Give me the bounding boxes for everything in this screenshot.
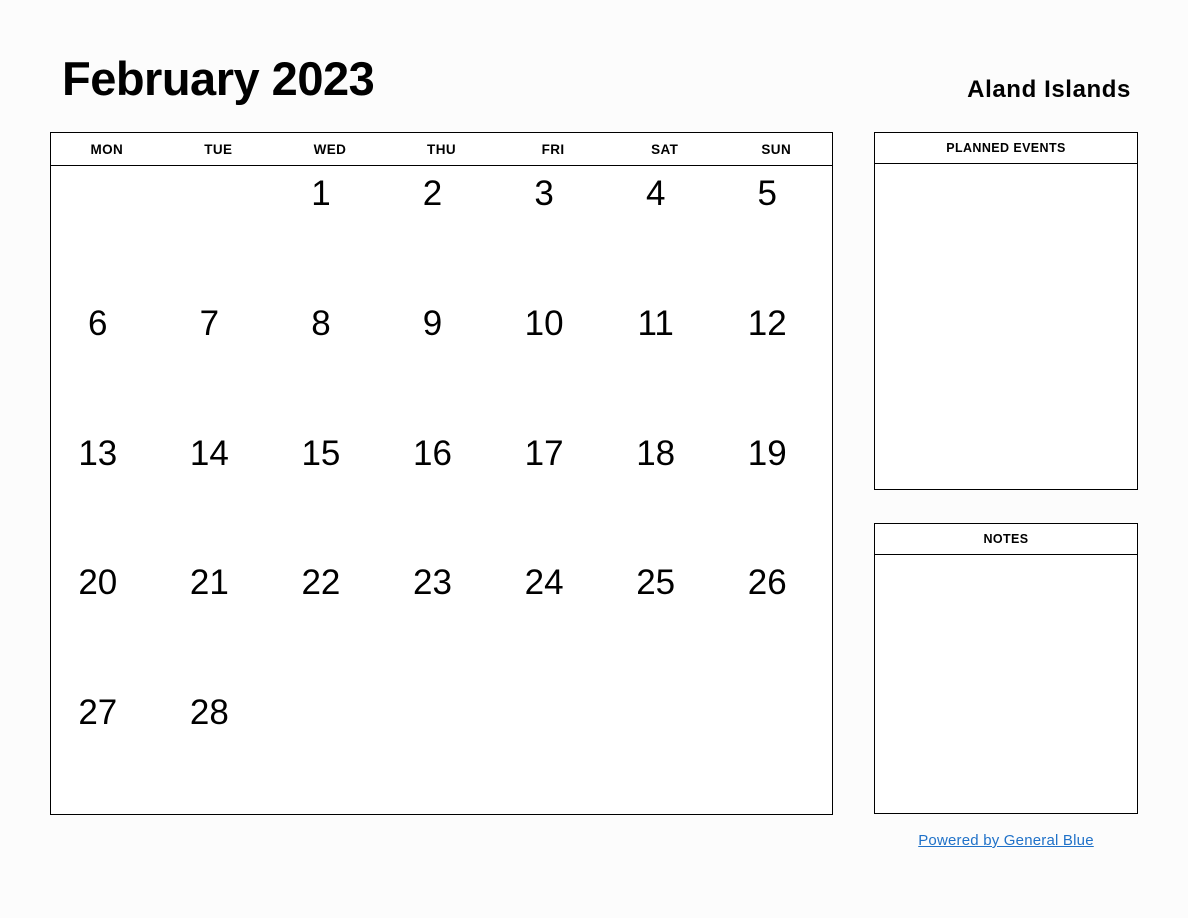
day-cell[interactable]: 4 <box>609 166 721 296</box>
day-number: 17 <box>524 433 564 473</box>
day-cell[interactable] <box>720 685 832 815</box>
day-number: 20 <box>78 563 118 603</box>
day-number: 7 <box>199 303 220 343</box>
day-number: 28 <box>189 693 229 733</box>
day-cell[interactable]: 20 <box>51 555 163 685</box>
day-number: 27 <box>78 693 118 733</box>
day-number: 15 <box>301 433 341 473</box>
region-title: Aland Islands <box>967 76 1131 103</box>
day-cell[interactable]: 12 <box>720 296 832 426</box>
planned-events-panel: PLANNED EVENTS <box>874 132 1138 490</box>
day-cell[interactable]: 9 <box>386 296 498 426</box>
day-cell[interactable]: 1 <box>274 166 386 296</box>
day-number: 8 <box>311 303 331 343</box>
day-cell[interactable]: 19 <box>720 426 832 556</box>
day-number: 16 <box>413 433 452 473</box>
day-cell[interactable]: 7 <box>163 296 275 426</box>
day-cell[interactable]: 25 <box>609 555 721 685</box>
day-cell[interactable]: 17 <box>497 426 609 556</box>
day-number: 3 <box>534 174 554 213</box>
calendar-week-row: 20 21 22 23 24 25 26 <box>51 555 832 685</box>
calendar-weeks: 1 2 3 4 5 6 7 8 9 10 11 12 13 14 15 16 1… <box>51 166 832 815</box>
page-title: February 2023 <box>62 52 375 105</box>
day-cell[interactable]: 27 <box>51 685 163 815</box>
weekday-header-fri: FRI <box>541 141 565 157</box>
day-cell[interactable]: 21 <box>163 555 275 685</box>
day-number: 10 <box>524 303 564 343</box>
day-number: 26 <box>747 563 787 603</box>
day-cell[interactable]: 10 <box>497 296 609 426</box>
day-cell[interactable]: 2 <box>386 166 498 296</box>
notes-body[interactable] <box>875 555 1137 814</box>
day-number: 12 <box>747 303 787 343</box>
weekday-header-wed: WED <box>313 141 347 157</box>
day-number: 6 <box>88 303 108 343</box>
day-cell[interactable]: 14 <box>163 426 275 556</box>
day-number: 1 <box>311 174 331 213</box>
day-cell[interactable]: 6 <box>51 296 163 426</box>
day-cell[interactable] <box>609 685 721 815</box>
day-cell[interactable]: 23 <box>386 555 498 685</box>
day-number: 4 <box>645 174 666 213</box>
day-cell[interactable]: 11 <box>609 296 721 426</box>
notes-panel: NOTES <box>874 523 1138 814</box>
day-cell[interactable] <box>274 685 386 815</box>
calendar-week-row: 1 2 3 4 5 <box>51 166 832 296</box>
calendar-week-row: 27 28 <box>51 685 832 815</box>
day-number: 5 <box>757 174 777 213</box>
notes-title: NOTES <box>875 524 1137 555</box>
day-cell[interactable]: 3 <box>497 166 609 296</box>
weekday-header-mon: MON <box>90 141 124 157</box>
calendar-week-row: 13 14 15 16 17 18 19 <box>51 426 832 556</box>
day-number: 9 <box>422 303 443 343</box>
planned-events-title: PLANNED EVENTS <box>875 133 1137 164</box>
day-number: 18 <box>636 433 676 473</box>
day-cell[interactable]: 26 <box>720 555 832 685</box>
day-cell[interactable] <box>386 685 498 815</box>
powered-by-link[interactable]: Powered by General Blue <box>874 832 1138 849</box>
day-number: 2 <box>422 174 443 213</box>
day-number: 13 <box>78 433 118 473</box>
day-cell[interactable]: 28 <box>163 685 275 815</box>
calendar-week-row: 6 7 8 9 10 11 12 <box>51 296 832 426</box>
day-number: 14 <box>189 433 229 473</box>
planned-events-body[interactable] <box>875 164 1137 490</box>
day-cell[interactable]: 24 <box>497 555 609 685</box>
day-cell[interactable] <box>497 685 609 815</box>
weekday-header-tue: TUE <box>204 141 233 157</box>
day-number: 23 <box>413 563 452 603</box>
day-cell[interactable]: 5 <box>720 166 832 296</box>
day-cell[interactable]: 8 <box>274 296 386 426</box>
day-number: 11 <box>637 303 674 343</box>
day-cell[interactable]: 15 <box>274 426 386 556</box>
day-cell[interactable] <box>163 166 275 296</box>
day-cell[interactable]: 22 <box>274 555 386 685</box>
day-number: 21 <box>189 563 229 603</box>
day-number: 25 <box>636 563 676 603</box>
day-number: 24 <box>524 563 564 603</box>
day-number: 19 <box>747 433 787 473</box>
weekday-header-sun: SUN <box>761 141 792 157</box>
weekday-header-thu: THU <box>427 141 456 157</box>
weekday-header-sat: SAT <box>651 141 679 157</box>
day-number: 22 <box>301 563 341 603</box>
day-cell[interactable] <box>51 166 163 296</box>
day-cell[interactable]: 18 <box>609 426 721 556</box>
weekday-header-row: MON TUE WED THU FRI SAT SUN <box>51 133 832 166</box>
calendar-grid: MON TUE WED THU FRI SAT SUN 1 2 3 4 5 6 … <box>50 132 833 815</box>
day-cell[interactable]: 13 <box>51 426 163 556</box>
day-cell[interactable]: 16 <box>386 426 498 556</box>
calendar-page: February 2023 Aland Islands MON TUE WED … <box>0 0 1188 918</box>
